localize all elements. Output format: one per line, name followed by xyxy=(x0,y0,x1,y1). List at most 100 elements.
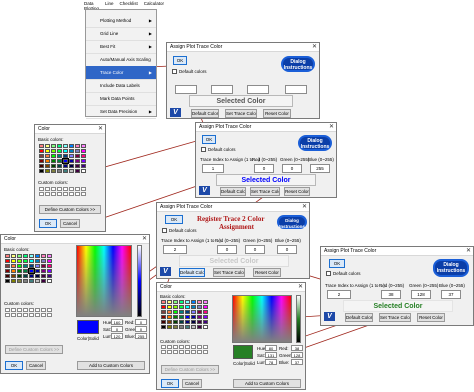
trace-index-field[interactable] xyxy=(175,85,197,94)
custom-color-swatch[interactable] xyxy=(11,313,16,317)
menu-line[interactable]: Line xyxy=(105,1,114,9)
cancel-button[interactable]: Cancel xyxy=(60,219,80,228)
custom-color-swatch[interactable] xyxy=(185,350,190,354)
basic-color-swatch[interactable] xyxy=(191,325,196,329)
basic-color-swatch[interactable] xyxy=(23,254,28,258)
basic-color-swatch[interactable] xyxy=(81,159,86,163)
basic-color-swatch[interactable] xyxy=(185,310,190,314)
green-field[interactable]: 0 xyxy=(282,164,302,173)
basic-color-swatch[interactable] xyxy=(5,264,10,268)
custom-color-swatch[interactable] xyxy=(47,308,52,312)
basic-color-swatch[interactable] xyxy=(39,169,44,173)
basic-color-swatch[interactable] xyxy=(17,264,22,268)
color-spectrum[interactable] xyxy=(76,245,132,317)
basic-color-swatch[interactable] xyxy=(63,154,68,158)
basic-color-swatch[interactable] xyxy=(185,320,190,324)
basic-color-swatch[interactable] xyxy=(197,310,202,314)
basic-color-swatch[interactable] xyxy=(29,279,34,283)
basic-color-swatch[interactable] xyxy=(45,159,50,163)
basic-colors-grid[interactable] xyxy=(39,144,86,173)
trace-index-field[interactable]: 2 xyxy=(327,290,351,299)
basic-color-swatch[interactable] xyxy=(5,279,10,283)
custom-color-swatch[interactable] xyxy=(167,350,172,354)
default-color-button[interactable]: Default Color xyxy=(220,187,246,196)
hue-field[interactable]: 80 xyxy=(265,345,277,351)
custom-color-swatch[interactable] xyxy=(173,345,178,349)
basic-color-swatch[interactable] xyxy=(29,274,34,278)
basic-color-swatch[interactable] xyxy=(191,320,196,324)
green-field[interactable] xyxy=(247,85,269,94)
sat-field[interactable]: 131 xyxy=(265,352,277,358)
basic-color-swatch[interactable] xyxy=(161,325,166,329)
green-field[interactable]: 0 xyxy=(245,245,265,254)
custom-color-swatch[interactable] xyxy=(81,192,86,196)
basic-color-swatch[interactable] xyxy=(75,154,80,158)
basic-color-swatch[interactable] xyxy=(63,169,68,173)
red-field[interactable]: 38 xyxy=(291,345,303,351)
custom-color-swatch[interactable] xyxy=(23,308,28,312)
basic-color-swatch[interactable] xyxy=(69,164,74,168)
red-field[interactable]: 0 xyxy=(135,319,147,325)
basic-color-swatch[interactable] xyxy=(57,154,62,158)
menu-item-include-data-labels[interactable]: Include Data Labels xyxy=(86,79,156,93)
custom-color-swatch[interactable] xyxy=(29,308,34,312)
basic-color-swatch[interactable] xyxy=(23,259,28,263)
ok-button[interactable]: OK xyxy=(329,259,345,268)
menu-item-best-fit[interactable]: Best Fit ▶ xyxy=(86,40,156,54)
close-icon[interactable]: ✕ xyxy=(98,125,103,134)
reset-color-button[interactable]: Reset Color xyxy=(253,268,281,277)
menu-item-set-data-precision[interactable]: Set Data Precision ▶ xyxy=(86,105,156,119)
basic-color-swatch[interactable] xyxy=(191,305,196,309)
custom-color-swatch[interactable] xyxy=(75,187,80,191)
basic-color-swatch[interactable] xyxy=(57,169,62,173)
trace-index-field[interactable]: 2 xyxy=(163,245,187,254)
custom-color-swatch[interactable] xyxy=(57,187,62,191)
custom-color-swatch[interactable] xyxy=(63,187,68,191)
basic-color-swatch[interactable] xyxy=(75,159,80,163)
basic-color-swatch[interactable] xyxy=(29,264,34,268)
custom-color-swatch[interactable] xyxy=(35,313,40,317)
basic-color-swatch[interactable] xyxy=(203,325,208,329)
basic-color-swatch[interactable] xyxy=(11,264,16,268)
basic-color-swatch[interactable] xyxy=(47,279,52,283)
basic-color-swatch[interactable] xyxy=(51,169,56,173)
ok-button[interactable]: OK xyxy=(165,215,183,224)
ok-button[interactable]: OK xyxy=(161,379,179,388)
custom-color-swatch[interactable] xyxy=(167,345,172,349)
ok-button[interactable]: OK xyxy=(39,219,57,228)
basic-color-swatch[interactable] xyxy=(203,315,208,319)
blue-field[interactable]: 37 xyxy=(291,359,303,365)
custom-color-swatch[interactable] xyxy=(23,313,28,317)
basic-color-swatch[interactable] xyxy=(41,259,46,263)
menu-checklist[interactable]: Checklist xyxy=(120,1,138,9)
basic-color-swatch[interactable] xyxy=(179,320,184,324)
basic-color-swatch[interactable] xyxy=(17,259,22,263)
dialog-instructions-button[interactable]: Dialog Instructions xyxy=(298,135,332,151)
custom-color-swatch[interactable] xyxy=(17,308,22,312)
basic-color-swatch[interactable] xyxy=(57,159,62,163)
basic-color-swatch[interactable] xyxy=(5,254,10,258)
custom-color-swatch[interactable] xyxy=(39,187,44,191)
menu-data-plotting[interactable]: Data Plotting xyxy=(84,1,99,11)
default-color-button[interactable]: Default Color xyxy=(345,313,373,322)
basic-color-swatch[interactable] xyxy=(63,149,68,153)
basic-color-swatch[interactable] xyxy=(51,144,56,148)
basic-color-swatch[interactable] xyxy=(167,305,172,309)
basic-color-swatch[interactable] xyxy=(47,274,52,278)
hue-field[interactable]: 160 xyxy=(111,319,123,325)
basic-color-swatch[interactable] xyxy=(23,264,28,268)
basic-color-swatch[interactable] xyxy=(47,259,52,263)
basic-color-swatch[interactable] xyxy=(81,144,86,148)
basic-color-swatch[interactable] xyxy=(41,269,46,273)
define-custom-colors-button[interactable]: Define Custom Colors >> xyxy=(5,345,63,354)
basic-color-swatch[interactable] xyxy=(197,320,202,324)
basic-color-swatch[interactable] xyxy=(35,264,40,268)
basic-color-swatch[interactable] xyxy=(41,264,46,268)
define-custom-colors-button[interactable]: Define Custom Colors >> xyxy=(161,365,219,374)
basic-color-swatch[interactable] xyxy=(173,320,178,324)
custom-color-swatch[interactable] xyxy=(191,345,196,349)
basic-color-swatch[interactable] xyxy=(69,159,74,163)
basic-color-swatch[interactable] xyxy=(161,320,166,324)
basic-color-swatch[interactable] xyxy=(69,154,74,158)
cancel-button[interactable]: Cancel xyxy=(26,361,46,370)
